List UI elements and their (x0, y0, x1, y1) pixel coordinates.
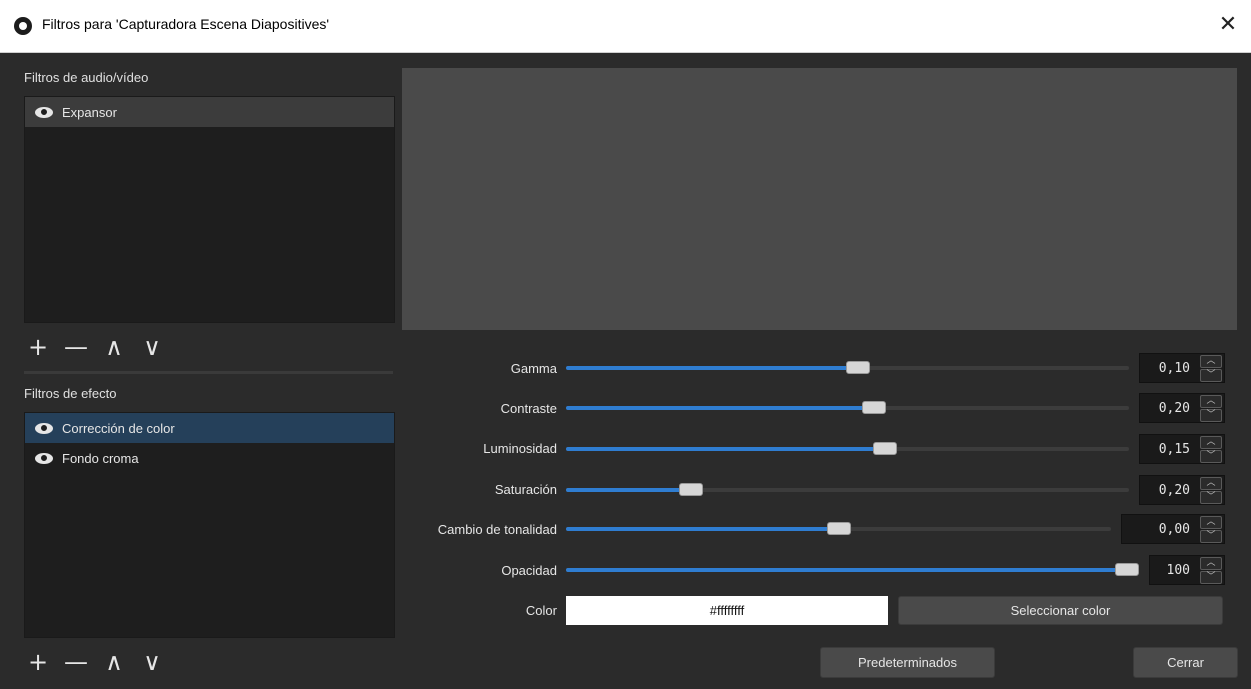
preview-area (402, 68, 1237, 330)
opacity-spinbox[interactable]: 100 ︿ ﹀ (1149, 555, 1225, 585)
defaults-button[interactable]: Predeterminados (820, 647, 995, 678)
remove-icon[interactable]: — (64, 335, 88, 359)
hue-shift-slider[interactable] (566, 522, 1111, 535)
increment-icon[interactable]: ︿ (1200, 477, 1222, 490)
close-icon[interactable]: ✕ (1215, 12, 1241, 38)
color-swatch[interactable]: #ffffffff (566, 596, 888, 625)
filter-label: Corrección de color (62, 420, 175, 436)
color-label: Color (525, 603, 557, 618)
decrement-icon[interactable]: ﹀ (1200, 409, 1222, 422)
brightness-slider[interactable] (566, 442, 1129, 455)
contrast-slider-handle[interactable] (862, 401, 886, 414)
close-button[interactable]: Cerrar (1133, 647, 1238, 678)
contrast-slider[interactable] (566, 401, 1129, 414)
contrast-label: Contraste (500, 401, 557, 416)
move-down-icon[interactable]: ∨ (140, 335, 164, 359)
contrast-spinbox[interactable]: 0,20 ︿ ﹀ (1139, 393, 1225, 423)
effect-filters-label: Filtros de efecto (24, 386, 117, 401)
select-color-button[interactable]: Seleccionar color (898, 596, 1223, 625)
filter-label: Expansor (62, 104, 117, 120)
increment-icon[interactable]: ︿ (1200, 436, 1222, 449)
saturation-slider-handle[interactable] (679, 483, 703, 496)
increment-icon[interactable]: ︿ (1200, 557, 1222, 570)
brightness-value[interactable]: 0,15 (1159, 442, 1190, 457)
gamma-spinbox[interactable]: 0,10 ︿ ﹀ (1139, 353, 1225, 383)
move-down-icon[interactable]: ∨ (140, 650, 164, 674)
av-filters-label: Filtros de audio/vídeo (24, 70, 149, 85)
brightness-spinbox[interactable]: 0,15 ︿ ﹀ (1139, 434, 1225, 464)
opacity-slider[interactable] (566, 563, 1139, 576)
decrement-icon[interactable]: ﹀ (1200, 369, 1222, 382)
gamma-slider-handle[interactable] (846, 361, 870, 374)
opacity-slider-handle[interactable] (1115, 563, 1139, 576)
increment-icon[interactable]: ︿ (1200, 355, 1222, 368)
saturation-label: Saturación (494, 482, 557, 497)
brightness-slider-fill (566, 447, 885, 451)
opacity-value[interactable]: 100 (1167, 563, 1190, 578)
hue-shift-slider-fill (566, 527, 839, 531)
contrast-value[interactable]: 0,20 (1159, 401, 1190, 416)
list-item-expansor[interactable]: Expansor (25, 97, 394, 127)
splitter[interactable] (24, 371, 393, 374)
effect-filters-toolbar: + — ∧ ∨ (26, 650, 164, 674)
brightness-slider-handle[interactable] (873, 442, 897, 455)
effect-filters-list[interactable]: Corrección de color Fondo croma (24, 412, 395, 638)
obs-logo-icon (14, 17, 32, 35)
decrement-icon[interactable]: ﹀ (1200, 450, 1222, 463)
eye-icon[interactable] (35, 452, 53, 464)
av-filters-list[interactable]: Expansor (24, 96, 395, 323)
opacity-label: Opacidad (501, 563, 557, 578)
hue-shift-spinbox[interactable]: 0,00 ︿ ﹀ (1121, 514, 1225, 544)
increment-icon[interactable]: ︿ (1200, 516, 1222, 529)
add-icon[interactable]: + (26, 650, 50, 674)
decrement-icon[interactable]: ﹀ (1200, 491, 1222, 504)
hue-shift-value[interactable]: 0,00 (1159, 522, 1190, 537)
eye-icon[interactable] (35, 422, 53, 434)
saturation-spinbox[interactable]: 0,20 ︿ ﹀ (1139, 475, 1225, 505)
opacity-slider-fill (566, 568, 1127, 572)
decrement-icon[interactable]: ﹀ (1200, 530, 1222, 543)
brightness-label: Luminosidad (483, 441, 557, 456)
title-bar: Filtros para 'Capturadora Escena Diaposi… (0, 0, 1251, 53)
list-item-fondo-croma[interactable]: Fondo croma (25, 443, 394, 473)
eye-icon[interactable] (35, 106, 53, 118)
filter-label: Fondo croma (62, 450, 139, 466)
hue-shift-label: Cambio de tonalidad (437, 522, 557, 537)
add-icon[interactable]: + (26, 335, 50, 359)
list-item-correccion-color[interactable]: Corrección de color (25, 413, 394, 443)
color-value: #ffffffff (709, 603, 745, 618)
gamma-label: Gamma (510, 361, 557, 376)
av-filters-toolbar: + — ∧ ∨ (26, 335, 164, 359)
saturation-slider[interactable] (566, 483, 1129, 496)
saturation-value[interactable]: 0,20 (1159, 483, 1190, 498)
gamma-value[interactable]: 0,10 (1159, 361, 1190, 376)
gamma-slider[interactable] (566, 361, 1129, 374)
decrement-icon[interactable]: ﹀ (1200, 571, 1222, 584)
gamma-slider-fill (566, 366, 858, 370)
saturation-slider-fill (566, 488, 691, 492)
window-title: Filtros para 'Capturadora Escena Diaposi… (42, 16, 330, 32)
hue-shift-slider-handle[interactable] (827, 522, 851, 535)
move-up-icon[interactable]: ∧ (102, 335, 126, 359)
remove-icon[interactable]: — (64, 650, 88, 674)
move-up-icon[interactable]: ∧ (102, 650, 126, 674)
contrast-slider-fill (566, 406, 874, 410)
increment-icon[interactable]: ︿ (1200, 395, 1222, 408)
